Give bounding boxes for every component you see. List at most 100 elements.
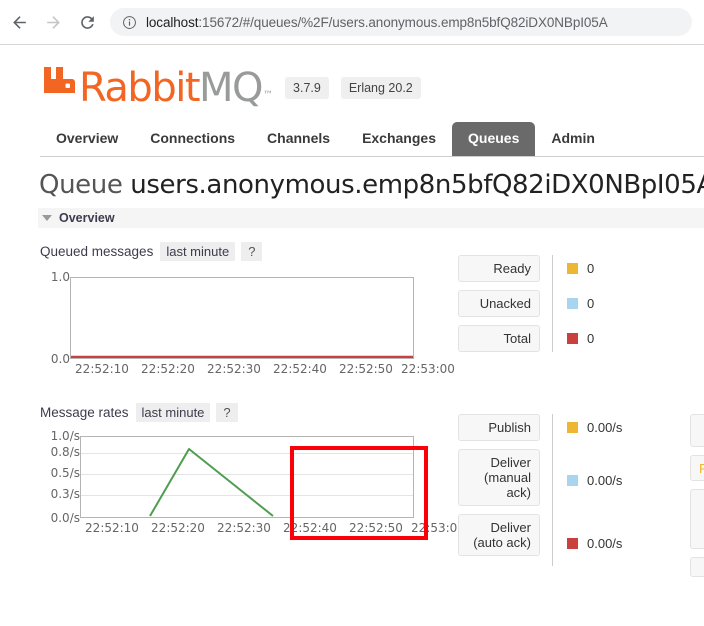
- queued-messages-y-axis: 1.0 0.0: [40, 270, 70, 366]
- legend-value-publish: 0.00/s: [567, 414, 622, 441]
- x-tick: 22:52:20: [141, 362, 195, 376]
- legend-label-secondary-1[interactable]: [690, 414, 704, 447]
- main-navigation: Overview Connections Channels Exchanges …: [40, 122, 704, 157]
- queued-messages-help-button[interactable]: ?: [241, 241, 263, 261]
- queued-messages-period-button[interactable]: last minute: [160, 241, 236, 261]
- message-rates-y-axis: 1.0/s 0.8/s 0.5/s 0.3/s 0.0/s: [40, 429, 80, 525]
- browser-toolbar: localhost:15672/#/queues/%2F/users.anony…: [0, 0, 704, 45]
- legend-value-text: 0.00/s: [587, 420, 623, 435]
- legend-label-secondary-4[interactable]: [690, 557, 704, 577]
- url-text: localhost:15672/#/queues/%2F/users.anony…: [146, 15, 608, 30]
- y-tick: 0.0: [50, 352, 70, 366]
- x-tick: 22:52:50: [349, 521, 403, 535]
- legend-label-total[interactable]: Total: [458, 325, 540, 352]
- url-bar[interactable]: localhost:15672/#/queues/%2F/users.anony…: [110, 8, 692, 36]
- legend-label-secondary-3[interactable]: [690, 489, 704, 549]
- legend-value-unacked: 0: [567, 290, 594, 317]
- legend-value-column: 0.00/s 0.00/s 0.00/s: [552, 414, 622, 566]
- version-badge: 3.7.9: [285, 77, 329, 99]
- forward-arrow-icon: [44, 13, 63, 32]
- x-tick: 22:52:10: [85, 521, 139, 535]
- erlang-version-badge: Erlang 20.2: [340, 77, 421, 99]
- x-tick: 22:52:30: [207, 362, 261, 376]
- tab-queues[interactable]: Queues: [452, 122, 536, 156]
- message-rates-help-button[interactable]: ?: [216, 402, 238, 422]
- page-title: Queue users.anonymous.emp8n5bfQ82iDX0NBp…: [39, 170, 704, 200]
- y-tick: 1.0/s: [50, 429, 80, 443]
- legend-label-column: Publish Deliver (manual ack) Deliver (au…: [458, 414, 540, 566]
- legend-value-ready: 0: [567, 255, 594, 282]
- queued-messages-header: Queued messages last minute ?: [40, 241, 704, 261]
- tab-connections[interactable]: Connections: [134, 122, 251, 156]
- y-tick: 0.3/s: [50, 487, 80, 501]
- info-circle-icon[interactable]: [122, 15, 137, 30]
- back-button[interactable]: [4, 7, 34, 37]
- forward-button[interactable]: [38, 7, 68, 37]
- message-rates-block: Message rates last minute ? 1.0/s 0.8/s …: [0, 402, 704, 577]
- message-rates-series-svg: [149, 448, 274, 517]
- rabbitmq-logo-icon: [40, 61, 76, 102]
- legend-value-column: 0 0 0: [552, 255, 594, 352]
- message-rates-title: Message rates: [40, 404, 129, 420]
- tab-exchanges[interactable]: Exchanges: [346, 122, 452, 156]
- tab-channels[interactable]: Channels: [251, 122, 346, 156]
- legend-label-ready[interactable]: Ready: [458, 255, 540, 282]
- legend-value-text: 0: [587, 261, 595, 276]
- brand-mq-text: MQ: [199, 65, 264, 111]
- x-tick: 22:52:40: [273, 362, 327, 376]
- legend-label-column: Ready Unacked Total: [458, 255, 540, 352]
- legend-label-deliver-manual-ack[interactable]: Deliver (manual ack): [458, 449, 540, 506]
- brand-wordmark: RabbitMQ: [79, 65, 264, 111]
- tab-overview[interactable]: Overview: [40, 122, 134, 156]
- message-rates-period-button[interactable]: last minute: [135, 402, 211, 422]
- legend-value-text: 0.00/s: [587, 535, 623, 551]
- brand-rabbit-text: Rabbit: [79, 65, 201, 111]
- legend-label-column-secondary: R: [690, 414, 704, 577]
- y-tick: 1.0: [50, 270, 70, 284]
- message-rates-plot-area: [80, 436, 414, 518]
- x-tick: 22:52:10: [75, 362, 129, 376]
- page-title-queue-name: users.anonymous.emp8n5bfQ82iDX0NBpI05A: [130, 170, 704, 200]
- legend-value-text: 0: [587, 296, 595, 311]
- legend-value-total: 0: [567, 325, 594, 352]
- trademark-symbol: ™: [263, 90, 274, 101]
- legend-value-deliver-auto-ack: 0.00/s: [567, 520, 622, 566]
- reload-button[interactable]: [72, 7, 102, 37]
- overview-section-label: Overview: [59, 211, 115, 225]
- legend-label-publish[interactable]: Publish: [458, 414, 540, 441]
- queued-messages-block: Queued messages last minute ? 1.0 0.0 22…: [0, 241, 704, 376]
- queued-messages-series-svg: [71, 355, 413, 358]
- y-tick: 0.8/s: [50, 445, 80, 459]
- queued-messages-legend: Ready Unacked Total 0 0 0: [458, 255, 594, 352]
- legend-label-secondary-2[interactable]: R: [690, 455, 704, 481]
- rabbitmq-management-page: RabbitMQ ™ 3.7.9 Erlang 20.2 Overview Co…: [0, 45, 704, 626]
- x-tick: 22:53:00: [411, 521, 465, 535]
- y-tick: 0.5/s: [50, 466, 80, 480]
- queued-messages-title: Queued messages: [40, 243, 154, 259]
- reload-icon: [78, 13, 97, 32]
- queued-messages-plot-area: [70, 277, 414, 359]
- message-rates-secondary-legend: R: [690, 414, 704, 577]
- swatch-total-icon: [567, 333, 578, 344]
- x-tick: 22:52:30: [217, 521, 271, 535]
- x-tick: 22:53:00: [401, 362, 455, 376]
- x-tick: 22:52:50: [339, 362, 393, 376]
- tab-admin[interactable]: Admin: [535, 122, 611, 156]
- back-arrow-icon: [10, 13, 29, 32]
- legend-value-deliver-manual-ack: 0.00/s: [567, 449, 622, 512]
- swatch-ready-icon: [567, 263, 578, 274]
- legend-label-unacked[interactable]: Unacked: [458, 290, 540, 317]
- series-rate-line: [149, 448, 274, 517]
- legend-value-text: 0: [587, 331, 595, 346]
- brand-logo[interactable]: RabbitMQ ™ 3.7.9 Erlang 20.2: [40, 61, 421, 108]
- page-title-keyword: Queue: [39, 170, 123, 200]
- chevron-down-icon: [42, 215, 52, 221]
- swatch-deliver-manual-ack-icon: [567, 475, 578, 486]
- legend-value-text: 0.00/s: [587, 473, 623, 488]
- swatch-deliver-auto-ack-icon: [567, 537, 578, 549]
- swatch-unacked-icon: [567, 298, 578, 309]
- swatch-publish-icon: [567, 422, 578, 433]
- overview-section-header[interactable]: Overview: [38, 208, 704, 228]
- y-tick: 0.0/s: [50, 511, 80, 525]
- legend-label-deliver-auto-ack[interactable]: Deliver (auto ack): [458, 514, 540, 556]
